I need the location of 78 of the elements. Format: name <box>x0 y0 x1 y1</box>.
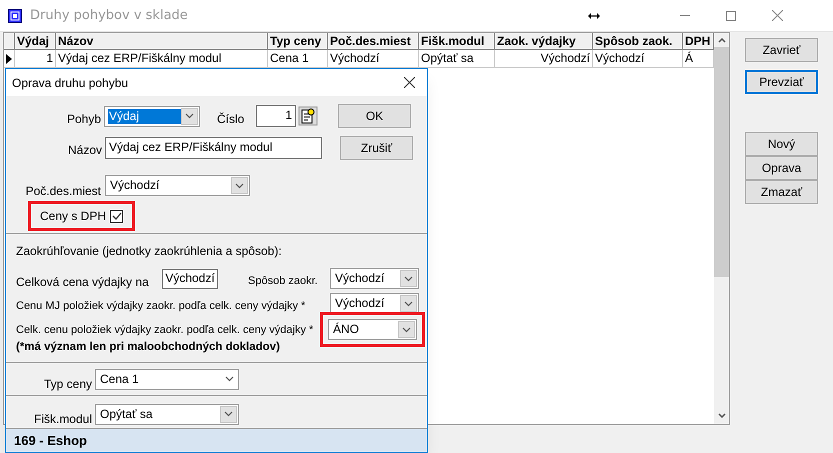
chevron-down-icon <box>225 376 234 382</box>
table-cell: Východzí <box>593 50 683 67</box>
chevron-down-icon <box>235 182 244 188</box>
notepad-icon[interactable] <box>298 106 318 126</box>
maximize-icon[interactable] <box>726 10 736 20</box>
scroll-up-icon[interactable] <box>718 38 726 43</box>
table-cell: 1 <box>15 50 56 67</box>
close-icon[interactable] <box>404 77 415 88</box>
column-header[interactable]: Spôsob zaok. <box>593 33 683 49</box>
button[interactable]: Prevziať <box>745 70 818 94</box>
dropdown[interactable]: ÁNO <box>328 319 417 340</box>
dropdown-value: Východzí <box>334 296 386 311</box>
dropdown[interactable]: Opýtať sa <box>95 404 239 425</box>
dropdown-arrow-button[interactable] <box>400 295 417 312</box>
name-field[interactable]: Výdaj cez ERP/Fiškálny modul <box>105 137 322 159</box>
button[interactable]: Zavrieť <box>745 38 818 62</box>
dropdown-value: Opýtať sa <box>99 406 154 422</box>
minimize-icon[interactable] <box>680 14 690 16</box>
column-header[interactable]: Výdaj <box>15 33 56 49</box>
rounding-unit-field[interactable]: Východzí <box>162 268 218 288</box>
field-label: Číslo <box>217 111 246 128</box>
resize-cursor-icon <box>588 12 600 18</box>
table-cell: Východzí <box>328 50 419 67</box>
column-header[interactable]: Poč.des.miest <box>328 33 419 49</box>
status-text: 169 - Eshop <box>14 432 87 450</box>
dropdown-arrow-button[interactable] <box>398 321 415 338</box>
field-label: Cenu MJ položiek výdajky zaokr. podľa celk. ceny výdajky * <box>16 299 306 314</box>
scrollbar[interactable] <box>714 33 729 424</box>
field-label: Názov <box>66 142 103 159</box>
section-heading: Zaokrúhľovanie (jednotky zaokrúhlenia a spôsob): <box>16 243 283 260</box>
column-header[interactable]: Názov <box>56 33 268 49</box>
field-label: Poč.des.miest <box>24 182 102 200</box>
field-label: Celková cena výdajky na <box>16 274 150 290</box>
dropdown-value: Východzí <box>109 178 160 193</box>
check-icon <box>112 212 122 220</box>
dropdown-arrow-button[interactable] <box>220 406 237 423</box>
chevron-down-icon <box>402 326 411 332</box>
dialog-title: Oprava druhu pohybu <box>12 74 128 92</box>
dropdown-arrow-button[interactable] <box>400 270 417 287</box>
field-label: Celk. cenu položiek výdajky zaokr. podľa celk. ceny výdajky * <box>16 323 314 338</box>
button[interactable]: OK <box>338 104 411 128</box>
column-header[interactable]: Fišk.modul <box>419 33 495 49</box>
dropdown[interactable]: Východzí <box>330 268 419 289</box>
chevron-down-icon <box>404 300 413 306</box>
table-cell: Cena 1 <box>268 50 328 67</box>
dropdown[interactable]: Východzí <box>105 175 250 196</box>
column-header[interactable]: Zaok. výdajky <box>495 33 593 49</box>
column-header[interactable]: Typ ceny <box>268 33 328 49</box>
button[interactable]: Zrušiť <box>340 136 413 160</box>
dropdown-arrow-button[interactable] <box>181 108 198 124</box>
table-cell: Výdaj cez ERP/Fiškálny modul <box>56 50 268 67</box>
dropdown-value: Východzí <box>334 271 386 286</box>
dropdown[interactable]: Východzí <box>330 293 419 314</box>
button[interactable]: Zmazať <box>745 180 818 204</box>
checkbox[interactable] <box>110 210 124 222</box>
field-label: Spôsob zaokr. <box>248 274 319 290</box>
field-label: Pohyb <box>66 111 102 128</box>
dropdown-value: ÁNO <box>332 322 360 337</box>
chevron-down-icon <box>224 411 233 418</box>
dropdown-value: Cena 1 <box>100 371 139 388</box>
dropdown-value: Výdaj <box>108 108 181 124</box>
chevron-down-icon <box>404 276 413 282</box>
field-label: Typ ceny <box>42 376 93 394</box>
table-cell: Opýtať sa <box>419 50 495 67</box>
dropdown[interactable]: Cena 1 <box>95 368 239 390</box>
field-label: Fišk.modul <box>32 411 93 428</box>
number-field[interactable]: 1 <box>256 105 296 127</box>
dropdown-arrow-button[interactable] <box>231 177 248 194</box>
table-cell: Východzí <box>495 50 593 67</box>
scroll-down-icon[interactable] <box>718 413 726 418</box>
app-icon <box>8 8 22 22</box>
button[interactable]: Nový <box>745 132 818 156</box>
button[interactable]: Oprava <box>745 156 818 180</box>
chevron-down-icon <box>185 113 194 119</box>
window-title: Druhy pohybov v sklade <box>30 6 188 25</box>
dropdown[interactable]: Výdaj <box>104 106 200 126</box>
checkbox-label: Ceny s DPH <box>40 208 106 225</box>
footnote: (*má význam len pri maloobchodných dokladov) <box>16 340 280 354</box>
